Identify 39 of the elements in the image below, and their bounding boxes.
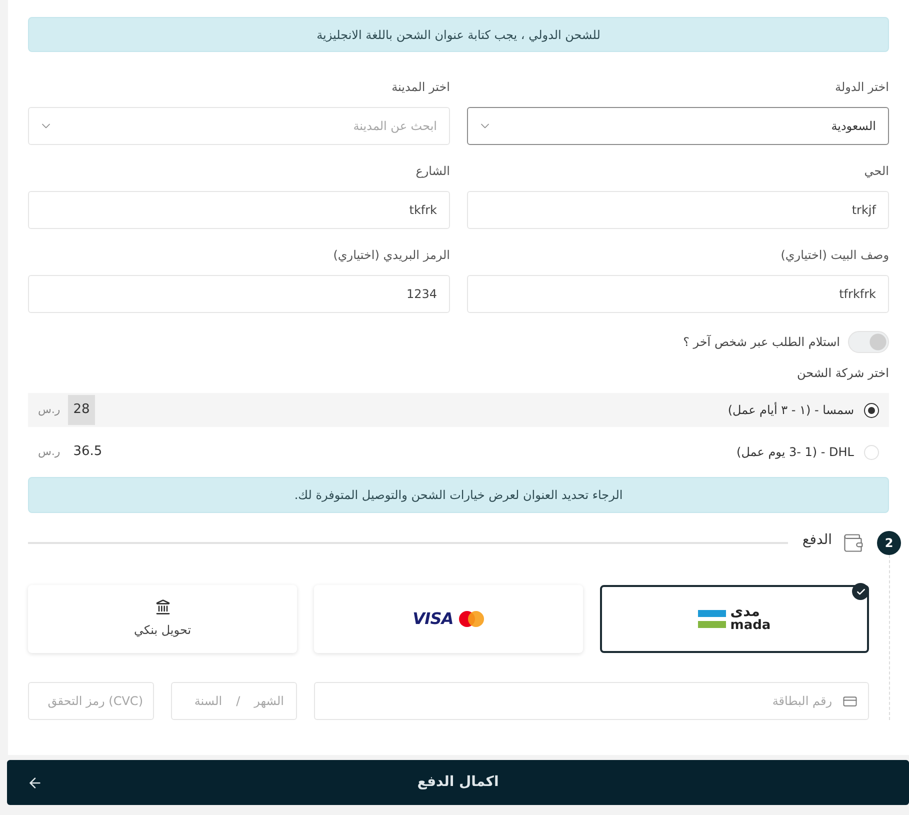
toggle-switch[interactable] bbox=[848, 331, 889, 353]
radio-button[interactable] bbox=[864, 402, 879, 418]
field-label: الرمز البريدي (اختياري) bbox=[332, 247, 450, 264]
currency: ر.س bbox=[38, 444, 60, 460]
section-label: اختر شركة الشحن bbox=[796, 365, 889, 382]
payment-method-card[interactable]: تحويل بنكي bbox=[28, 585, 297, 653]
section-title: الدفع bbox=[802, 530, 832, 550]
check-badge-icon bbox=[852, 583, 869, 600]
wallet-icon bbox=[841, 532, 865, 554]
bank-icon bbox=[154, 599, 170, 615]
field-label: اختر المدينة bbox=[390, 79, 450, 96]
field-label: اختر الدولة bbox=[834, 79, 889, 96]
text-input[interactable]: 1234 bbox=[28, 275, 450, 313]
logo-text: مدى bbox=[730, 605, 760, 619]
field-label: وصف البيت (اختياري) bbox=[780, 247, 889, 264]
stripes-icon bbox=[698, 610, 726, 628]
text-input[interactable]: tfrkfrk bbox=[467, 275, 889, 313]
text-input[interactable]: tkfrk bbox=[28, 191, 450, 229]
payment-method-card[interactable]: VISA bbox=[314, 585, 583, 653]
price: 28 bbox=[68, 395, 95, 425]
field-label: الشارع bbox=[414, 163, 450, 180]
price: 36.5 bbox=[72, 443, 104, 461]
field-label: الحي bbox=[863, 163, 889, 180]
option-name: سمسا - (١ - ٣ أيام عمل) bbox=[728, 401, 854, 419]
card-icon bbox=[842, 694, 858, 708]
logo-text: mada bbox=[730, 619, 771, 633]
text-input[interactable]: trkjf bbox=[467, 191, 889, 229]
currency: ر.س bbox=[38, 402, 60, 418]
step-number: 2 bbox=[877, 531, 901, 555]
option-name: DHL - (3- 1 يوم عمل) bbox=[736, 444, 854, 461]
method-label: تحويل بنكي bbox=[134, 622, 192, 639]
overlapping-circles-icon bbox=[459, 611, 484, 627]
logo-text: VISA bbox=[412, 608, 454, 630]
complete-payment-button[interactable]: اكمال الدفع bbox=[7, 760, 909, 805]
arrow-left-icon bbox=[27, 774, 43, 790]
info-banner: الرجاء تحديد العنوان لعرض خيارات الشحن والتوصيل المتوفرة لك. bbox=[28, 477, 889, 513]
toggle-label: استلام الطلب عبر شخص آخر ؟ bbox=[683, 334, 840, 351]
dropdown-select[interactable]: السعودية bbox=[467, 107, 889, 145]
info-banner: للشحن الدولي ، يجب كتابة عنوان الشحن باللغة الانجليزية bbox=[28, 17, 889, 52]
